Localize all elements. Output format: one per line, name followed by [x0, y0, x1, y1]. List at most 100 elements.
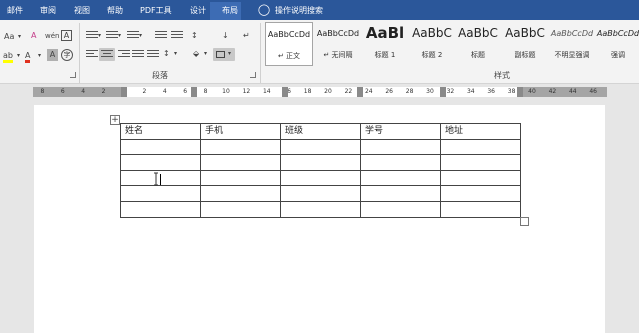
numbering-icon[interactable]: [106, 31, 118, 41]
style-title[interactable]: AaBbC 标题: [454, 22, 502, 66]
tab-layout[interactable]: 布局: [222, 5, 238, 16]
clear-formatting-button[interactable]: A: [31, 30, 36, 42]
ruler-column-marker[interactable]: [282, 87, 288, 97]
ruler-column-marker[interactable]: [440, 87, 446, 97]
table-cell[interactable]: [440, 169, 521, 187]
table-cell[interactable]: [360, 154, 441, 171]
ruler-tick-label: 2: [142, 88, 147, 95]
increase-indent-icon[interactable]: [171, 31, 183, 41]
table-cell[interactable]: [440, 138, 521, 156]
justify-icon[interactable]: [132, 50, 144, 60]
clear-formatting-label: A: [31, 31, 37, 40]
style-subtitle[interactable]: AaBbC 副标题: [501, 22, 549, 66]
styles-gallery: AaBbCcDd ↵ 正文 AaBbCcDd ↵ 无间隔 AaBl 标题 1 A…: [263, 22, 639, 66]
chevron-down-icon: ▾: [98, 32, 102, 39]
multilevel-list-icon[interactable]: [127, 31, 139, 41]
ruler-column-marker[interactable]: [191, 87, 197, 97]
tab-view[interactable]: 视图: [74, 5, 90, 16]
table-cell[interactable]: [440, 200, 521, 218]
table-cell[interactable]: [360, 169, 441, 187]
font-color-icon: A: [25, 51, 31, 63]
chevron-down-icon: ▾: [228, 50, 232, 57]
tab-review[interactable]: 审阅: [40, 5, 56, 16]
table-move-handle[interactable]: +: [110, 115, 120, 125]
table-cell[interactable]: [120, 200, 201, 218]
decrease-indent-icon[interactable]: [155, 31, 167, 41]
table-cell[interactable]: 姓名: [120, 123, 201, 140]
style-heading-1[interactable]: AaBl 标题 1: [361, 22, 409, 66]
distributed-icon[interactable]: [147, 50, 159, 60]
font-dialog-launcher[interactable]: [70, 72, 76, 78]
tell-me-search[interactable]: 操作说明搜索: [275, 5, 323, 16]
font-color-button[interactable]: A: [25, 50, 31, 63]
table-cell[interactable]: 班级: [280, 123, 361, 140]
enclose-characters-button[interactable]: A: [61, 30, 72, 41]
ruler-tick-label: 24: [364, 88, 373, 95]
highlight-color-button[interactable]: ab: [3, 50, 13, 63]
tab-pdf-tools[interactable]: PDF工具: [140, 5, 172, 16]
table-cell[interactable]: [120, 138, 201, 156]
chevron-down-icon: ▾: [38, 52, 42, 59]
ruler-tick-label: 8: [203, 88, 208, 95]
tab-design[interactable]: 设计: [190, 5, 206, 16]
ruler-column-marker[interactable]: [517, 87, 523, 97]
align-right-icon[interactable]: [118, 50, 130, 60]
chevron-down-icon: ▾: [17, 52, 21, 59]
document-table[interactable]: 姓名 手机 班级 学号 地址: [120, 123, 521, 218]
sort-icon[interactable]: ↓: [222, 30, 229, 42]
table-cell[interactable]: [360, 200, 441, 218]
table-cell[interactable]: [120, 185, 201, 202]
chinese-layout-icon[interactable]: ↕: [191, 30, 198, 42]
ruler-tick-label: 42: [548, 88, 557, 95]
paragraph-dialog-launcher[interactable]: [250, 72, 256, 78]
style-subtle-emphasis[interactable]: AaBbCcDd 不明显强调: [548, 22, 596, 66]
tab-help[interactable]: 帮助: [107, 5, 123, 16]
table-cell[interactable]: [280, 200, 361, 218]
style-emphasis[interactable]: AaBbCcDd 强调: [594, 22, 639, 66]
table-cell[interactable]: [120, 154, 201, 171]
table-cell[interactable]: 手机: [200, 123, 281, 140]
character-shading-button[interactable]: A: [47, 49, 58, 61]
table-cell[interactable]: [360, 185, 441, 202]
style-normal[interactable]: AaBbCcDd ↵ 正文: [265, 22, 313, 66]
shading-icon[interactable]: ⬙: [193, 48, 199, 60]
bullets-icon[interactable]: [86, 31, 98, 41]
table-cell[interactable]: [440, 185, 521, 202]
table-cell[interactable]: [440, 154, 521, 171]
line-spacing-icon[interactable]: ↕: [163, 48, 170, 60]
phonetic-guide-button[interactable]: wén: [45, 30, 59, 42]
style-sample: AaBbC: [458, 26, 498, 40]
table-row: [120, 200, 521, 218]
table-resize-handle[interactable]: [520, 217, 529, 226]
show-marks-icon[interactable]: ↵: [243, 30, 250, 42]
tab-mailings[interactable]: 邮件: [7, 5, 23, 16]
borders-icon: [216, 51, 225, 58]
ruler-tick-label: 2: [101, 88, 106, 95]
change-case-button[interactable]: Aa: [4, 31, 14, 43]
ruler-tick-label: 26: [385, 88, 393, 95]
table-cell[interactable]: [280, 185, 361, 202]
table-cell[interactable]: 学号: [360, 123, 441, 140]
table-cell[interactable]: [200, 138, 281, 156]
table-cell[interactable]: [280, 138, 361, 156]
style-heading-2[interactable]: AaBbC 标题 2: [408, 22, 456, 66]
chevron-down-icon: ▾: [204, 50, 208, 57]
table-cell[interactable]: 地址: [440, 123, 521, 140]
group-separator: [79, 23, 80, 83]
table-cell[interactable]: [200, 200, 281, 218]
table-cell[interactable]: [200, 169, 281, 187]
align-left-icon[interactable]: [86, 50, 98, 60]
style-name: 强调: [611, 51, 625, 59]
style-name: ↵ 正文: [277, 52, 301, 60]
ruler-column-marker[interactable]: [121, 87, 127, 97]
table-cell[interactable]: [360, 138, 441, 156]
table-cell[interactable]: [200, 185, 281, 202]
style-no-spacing[interactable]: AaBbCcDd ↵ 无间隔: [314, 22, 362, 66]
table-cell[interactable]: [280, 154, 361, 171]
enclose-character-button[interactable]: 字: [61, 49, 73, 61]
chevron-down-icon: ▾: [118, 32, 122, 39]
ruler-column-marker[interactable]: [357, 87, 363, 97]
table-cell[interactable]: [280, 169, 361, 187]
text-insertion-caret: [160, 174, 161, 185]
table-cell[interactable]: [200, 154, 281, 171]
